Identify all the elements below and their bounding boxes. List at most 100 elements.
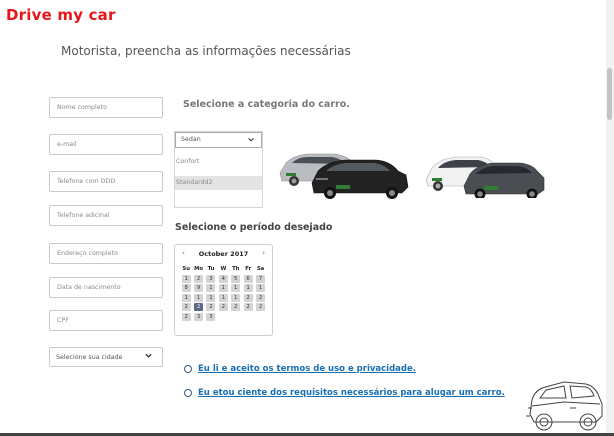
calendar-day[interactable]: 2: [194, 274, 204, 283]
calendar-day[interactable]: 8: [181, 284, 191, 292]
calendar-day[interactable]: 6: [243, 274, 253, 283]
calendar-day[interactable]: 3: [194, 312, 204, 321]
calendar-day[interactable]: 1: [181, 274, 191, 283]
extra-phone-field[interactable]: [49, 205, 163, 226]
weekday-label: W: [220, 266, 227, 272]
calendar-day[interactable]: 3: [206, 312, 216, 321]
requirements-link[interactable]: Eu etou ciente dos requisitos necessário…: [198, 388, 505, 398]
calendar-day[interactable]: 2: [243, 303, 253, 311]
calendar-day-cell[interactable]: 1: [192, 293, 204, 304]
calendar-day[interactable]: 1: [181, 293, 191, 302]
calendar-day[interactable]: 2: [206, 303, 216, 311]
calendar-day[interactable]: 2: [256, 303, 266, 311]
requirements-radio[interactable]: [184, 389, 192, 397]
phone-field[interactable]: [49, 171, 163, 192]
calendar-day-cell[interactable]: 1: [217, 293, 229, 304]
calendar-day-cell[interactable]: 2: [205, 303, 217, 313]
calendar-day[interactable]: 1: [206, 293, 216, 302]
accept-terms-radio[interactable]: [184, 365, 192, 373]
category-option-confort[interactable]: Confort: [175, 155, 262, 169]
category-select[interactable]: Sedan: [175, 132, 262, 148]
page-scrollbar[interactable]: [606, 0, 614, 436]
calendar-day-cell[interactable]: 2: [242, 303, 254, 313]
calendar-day[interactable]: 2: [256, 293, 266, 302]
category-option-standard[interactable]: Standardd2: [175, 176, 262, 190]
calendar-day-cell[interactable]: 2: [254, 293, 266, 304]
calendar-day[interactable]: 2: [243, 293, 253, 302]
calendar-day-cell[interactable]: 1: [230, 293, 242, 304]
calendar-day-cell[interactable]: 1: [230, 284, 242, 294]
calendar-day[interactable]: 9: [194, 284, 204, 292]
calendar-day-cell[interactable]: 2: [192, 303, 204, 313]
calendar-weekdays-row: Su Mo Tu W Th Fr Sa: [180, 265, 267, 275]
calendar-day[interactable]: 1: [243, 284, 253, 292]
calendar-day-cell[interactable]: 2: [217, 303, 229, 313]
calendar-day-cell: [217, 313, 229, 323]
calendar-day[interactable]: 2: [181, 312, 191, 321]
calendar-day-cell[interactable]: 5: [230, 274, 242, 285]
calendar-day-cell[interactable]: 2: [180, 303, 192, 313]
city-select[interactable]: Selecione sua cidade: [49, 347, 163, 367]
calendar-day-cell[interactable]: 2: [230, 303, 242, 313]
calendar-day[interactable]: 7: [256, 274, 266, 283]
calendar-day[interactable]: 1: [206, 284, 216, 292]
full-name-field[interactable]: [49, 97, 163, 118]
sedan-cars-image: [279, 153, 409, 199]
calendar-day-cell[interactable]: 3: [205, 274, 217, 285]
calendar-weeks: 1234567891111111111222222222233: [180, 274, 267, 323]
calendar-day-cell[interactable]: 1: [205, 284, 217, 294]
calendar-header: ‹ October 2017 ›: [175, 248, 272, 260]
accept-terms-option[interactable]: Eu li e aceito os termos de uso e privac…: [184, 364, 416, 374]
cpf-field[interactable]: [49, 310, 163, 331]
calendar-day[interactable]: 1: [256, 284, 266, 292]
email-field[interactable]: [49, 134, 163, 155]
calendar-day[interactable]: 5: [231, 274, 241, 283]
weekday-label: Fr: [245, 266, 252, 272]
calendar-day[interactable]: 2: [181, 303, 191, 311]
calendar-week-row: 1234567: [180, 274, 267, 285]
calendar-day-cell[interactable]: 1: [205, 293, 217, 304]
chevron-down-icon: [144, 351, 153, 363]
calendar-day-cell[interactable]: 1: [254, 284, 266, 294]
category-listbox[interactable]: Sedan Confort Standardd2: [174, 131, 263, 208]
scrollbar-thumb[interactable]: [607, 68, 612, 120]
calendar-day[interactable]: 2: [194, 303, 204, 311]
calendar-day[interactable]: 1: [218, 284, 228, 292]
brand-logo: Drive my car: [6, 6, 116, 24]
date-picker-calendar[interactable]: ‹ October 2017 › Su Mo Tu W Th Fr Sa 123…: [174, 244, 273, 336]
suv-outline-illustration: [526, 381, 603, 431]
calendar-day-cell[interactable]: 1: [180, 293, 192, 304]
calendar-day-cell[interactable]: 8: [180, 284, 192, 294]
accept-terms-link[interactable]: Eu li e aceito os termos de uso e privac…: [198, 364, 416, 374]
calendar-day[interactable]: 2: [218, 303, 228, 311]
address-field[interactable]: [49, 243, 163, 264]
calendar-day[interactable]: 1: [194, 293, 204, 302]
birthdate-field[interactable]: [49, 277, 163, 298]
calendar-day[interactable]: 3: [206, 274, 216, 283]
calendar-day[interactable]: 1: [218, 293, 228, 302]
calendar-day[interactable]: 1: [231, 284, 241, 292]
calendar-day-cell[interactable]: 2: [254, 303, 266, 313]
calendar-day-cell[interactable]: 2: [242, 293, 254, 304]
calendar-day-cell[interactable]: 1: [217, 284, 229, 294]
calendar-day-cell[interactable]: 2: [180, 312, 192, 323]
calendar-day-cell[interactable]: 4: [217, 274, 229, 285]
calendar-day-cell[interactable]: 7: [254, 274, 266, 285]
calendar-day-cell: [230, 313, 242, 323]
calendar-day[interactable]: 4: [218, 274, 228, 283]
calendar-day-cell[interactable]: 1: [242, 284, 254, 294]
calendar-day-cell[interactable]: 3: [192, 312, 204, 323]
weekday-label: Tu: [207, 266, 215, 272]
weekday-label: Th: [232, 266, 240, 272]
calendar-day-cell: [242, 313, 254, 323]
requirements-option[interactable]: Eu etou ciente dos requisitos necessário…: [184, 388, 505, 398]
calendar-day-cell[interactable]: 2: [192, 274, 204, 285]
calendar-day-cell[interactable]: 3: [205, 312, 217, 323]
category-label: Selecione a categoria do carro.: [183, 99, 350, 110]
calendar-day-cell[interactable]: 6: [242, 274, 254, 285]
calendar-day[interactable]: 1: [231, 293, 241, 302]
calendar-day[interactable]: 2: [231, 303, 241, 311]
calendar-day-cell[interactable]: 9: [192, 284, 204, 294]
calendar-next-button[interactable]: ›: [262, 249, 265, 257]
calendar-day-cell[interactable]: 1: [180, 274, 192, 285]
